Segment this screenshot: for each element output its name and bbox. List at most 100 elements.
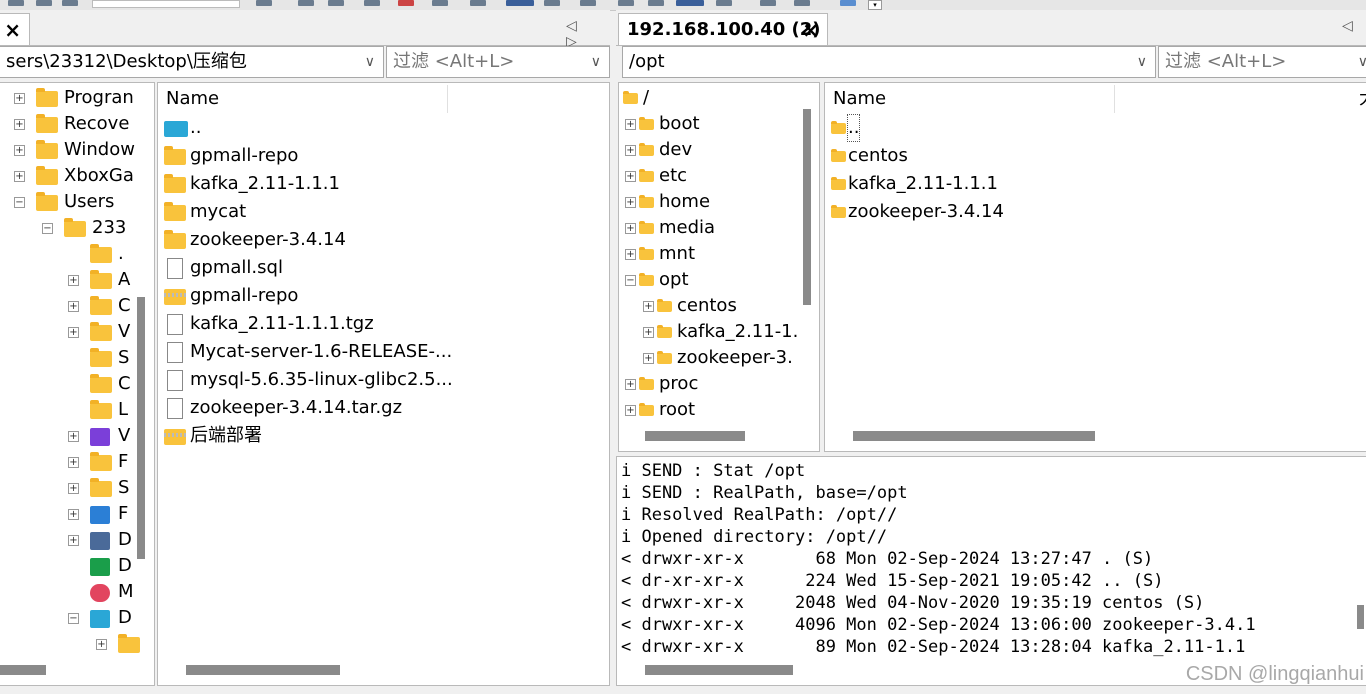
expander-icon[interactable]: +	[14, 93, 25, 104]
expander-icon[interactable]: −	[42, 223, 53, 234]
expander-icon[interactable]: +	[68, 275, 79, 286]
expander-icon[interactable]: +	[625, 171, 636, 182]
toolbar-button-icon[interactable]	[716, 0, 732, 6]
right-folder-tree[interactable]: / + boot + dev + etc + home + media + mnt − opt + centos…	[618, 82, 820, 452]
tree-item[interactable]: + V	[0, 423, 140, 449]
toolbar-input[interactable]	[92, 0, 240, 8]
log-pane[interactable]: i SEND : Stat /opt i SEND : RealPath, bas…	[616, 456, 1366, 686]
tree-item[interactable]: + root	[619, 397, 799, 423]
log-scrollbar-thumb[interactable]	[1357, 605, 1364, 629]
list-item[interactable]: gpmall-repo	[158, 283, 598, 309]
right-file-list[interactable]: Name 大 .. centos kafka_2.11-1.1.1 zookeeper…	[824, 82, 1366, 452]
expander-icon[interactable]: +	[643, 327, 654, 338]
list-hscrollbar-thumb[interactable]	[853, 431, 1095, 441]
right-tab[interactable]: 192.168.100.40 (2) ×	[618, 13, 828, 45]
tree-item[interactable]: + boot	[619, 111, 799, 137]
tree-item[interactable]: + etc	[619, 163, 799, 189]
expander-icon[interactable]: +	[68, 431, 79, 442]
tree-item[interactable]: − D	[0, 605, 140, 631]
toolbar-button-icon[interactable]	[840, 0, 856, 6]
toolbar-button-icon[interactable]	[470, 0, 486, 6]
chevron-down-icon[interactable]: ∨	[1137, 47, 1147, 77]
left-tab[interactable]: ×	[0, 13, 30, 45]
tree-item[interactable]: + proc	[619, 371, 799, 397]
tree-item[interactable]: .	[0, 241, 140, 267]
expander-icon[interactable]: +	[96, 639, 107, 650]
tree-item[interactable]: M	[0, 579, 140, 605]
expander-icon[interactable]: +	[625, 249, 636, 260]
list-item[interactable]: kafka_2.11-1.1.1	[825, 171, 1225, 197]
expander-icon[interactable]: +	[625, 145, 636, 156]
tree-scrollbar-thumb[interactable]	[137, 297, 145, 559]
list-item[interactable]: centos	[825, 143, 1225, 169]
tree-item[interactable]: + home	[619, 189, 799, 215]
tree-hscrollbar-thumb[interactable]	[0, 665, 46, 675]
list-item[interactable]: zookeeper-3.4.14.tar.gz	[158, 395, 598, 421]
expander-icon[interactable]: +	[68, 327, 79, 338]
tree-item[interactable]: D	[0, 553, 140, 579]
tree-item[interactable]: + D	[0, 527, 140, 553]
list-item[interactable]: ..	[825, 114, 1225, 142]
expander-icon[interactable]: +	[643, 353, 654, 364]
toolbar-button-icon[interactable]	[398, 0, 414, 6]
tree-scrollbar-thumb[interactable]	[803, 109, 811, 305]
chevron-down-icon[interactable]: ∨	[365, 47, 375, 77]
tree-item[interactable]: + S	[0, 475, 140, 501]
list-item[interactable]: mysql-5.6.35-linux-glibc2.5...	[158, 367, 598, 393]
list-hscrollbar-thumb[interactable]	[186, 665, 340, 675]
tree-item[interactable]: + kafka_2.11-1.	[619, 319, 799, 345]
tree-item[interactable]: S	[0, 345, 140, 371]
toolbar-dropdown-icon[interactable]: ▾	[868, 0, 882, 10]
toolbar-button-icon[interactable]	[544, 0, 560, 6]
list-item[interactable]: gpmall-repo	[158, 143, 598, 169]
tree-item[interactable]: + mnt	[619, 241, 799, 267]
tree-item[interactable]: + Recove	[0, 111, 140, 137]
expander-icon[interactable]: +	[68, 535, 79, 546]
left-filter-input[interactable]: 过滤 <Alt+L> ∨	[386, 46, 610, 78]
chevron-down-icon[interactable]: ∨	[591, 47, 601, 77]
tree-item[interactable]: L	[0, 397, 140, 423]
left-folder-tree[interactable]: + Progran + Recove + Window + XboxGa − Users −233.…	[0, 82, 155, 686]
list-item[interactable]: ..	[158, 115, 598, 141]
tree-hscrollbar-thumb[interactable]	[645, 431, 745, 441]
tree-item[interactable]: + Window	[0, 137, 140, 163]
left-file-list[interactable]: Name .. gpmall-repo kafka_2.11-1.1.1 mycat z…	[157, 82, 610, 686]
close-tab-icon[interactable]: ×	[802, 14, 819, 46]
tree-item[interactable]: /	[619, 85, 799, 111]
left-path-combo[interactable]: sers\23312\Desktop\压缩包 ∨	[0, 46, 384, 78]
toolbar-button-icon[interactable]	[618, 0, 634, 6]
list-item[interactable]: kafka_2.11-1.1.1	[158, 171, 598, 197]
tree-item[interactable]: + centos	[619, 293, 799, 319]
expander-icon[interactable]: +	[14, 145, 25, 156]
chevron-down-icon[interactable]: ∨	[1358, 47, 1366, 77]
expander-icon[interactable]: +	[625, 379, 636, 390]
list-item[interactable]: mycat	[158, 199, 598, 225]
toolbar-button-icon[interactable]	[36, 0, 52, 6]
toolbar-button-icon[interactable]	[432, 0, 448, 6]
tab-scroll-arrows-icon[interactable]: ◁	[1342, 18, 1361, 34]
tree-item[interactable]: C	[0, 371, 140, 397]
expander-icon[interactable]: +	[643, 301, 654, 312]
toolbar-button-icon[interactable]	[506, 0, 534, 6]
toolbar-button-icon[interactable]	[648, 0, 664, 6]
expander-icon[interactable]: +	[68, 301, 79, 312]
column-header-name[interactable]: Name	[825, 85, 1115, 113]
column-header-size[interactable]: 大	[1351, 85, 1366, 113]
toolbar-button-icon[interactable]	[8, 0, 24, 6]
expander-icon[interactable]: −	[14, 197, 25, 208]
tree-item[interactable]: + dev	[619, 137, 799, 163]
tree-item[interactable]: + C	[0, 293, 140, 319]
tree-item[interactable]: + media	[619, 215, 799, 241]
toolbar-button-icon[interactable]	[62, 0, 78, 6]
list-item[interactable]: kafka_2.11-1.1.1.tgz	[158, 311, 598, 337]
tree-item[interactable]: − Users	[0, 189, 140, 215]
expander-icon[interactable]: +	[68, 509, 79, 520]
tree-item[interactable]: + A	[0, 267, 140, 293]
list-item[interactable]: zookeeper-3.4.14	[158, 227, 598, 253]
expander-icon[interactable]: +	[14, 171, 25, 182]
expander-icon[interactable]: +	[68, 483, 79, 494]
close-tab-icon[interactable]: ×	[4, 14, 21, 46]
tree-item[interactable]: − opt	[619, 267, 799, 293]
expander-icon[interactable]: −	[68, 613, 79, 624]
expander-icon[interactable]: +	[68, 457, 79, 468]
